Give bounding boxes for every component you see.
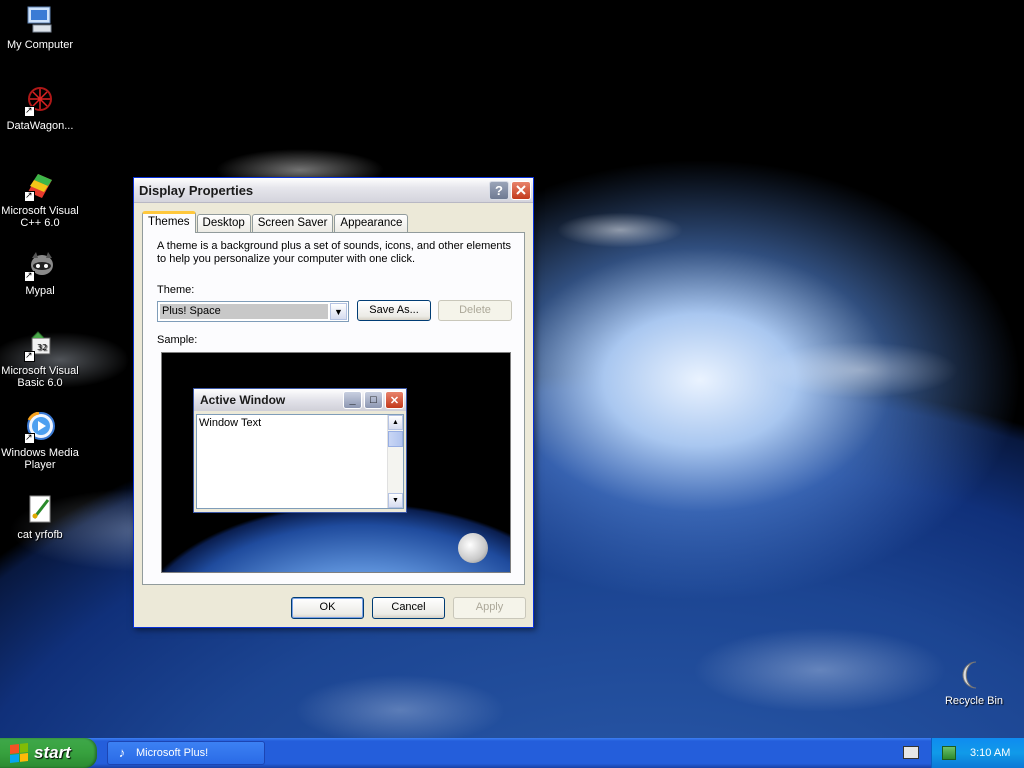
desktop-icon-label: Recycle Bin xyxy=(944,695,1004,707)
desktop-icon-cat-yrfofb[interactable]: cat yrfofb xyxy=(0,494,80,541)
theme-select-value: Plus! Space xyxy=(160,304,328,319)
windows-logo-icon xyxy=(10,743,28,763)
desktop-icon-datawagon[interactable]: DataWagon... xyxy=(0,85,80,132)
theme-label: Theme: xyxy=(157,284,195,296)
desktop-icon-visual-cpp[interactable]: Microsoft Visual C++ 6.0 xyxy=(0,170,80,229)
help-button[interactable]: ? xyxy=(489,180,509,200)
sample-label: Sample: xyxy=(157,334,198,346)
visual-cpp-icon xyxy=(24,170,56,202)
desktop-icon-label: cat yrfofb xyxy=(17,529,63,541)
tab-strip: Themes Desktop Screen Saver Appearance xyxy=(142,211,409,233)
theme-sample-preview: Active Window _ □ ✕ Window Text ▲ ▼ xyxy=(161,352,511,573)
desktop-icon-label: DataWagon... xyxy=(6,120,74,132)
sample-scrollbar: ▲ ▼ xyxy=(387,415,403,508)
tab-themes[interactable]: Themes xyxy=(142,211,196,233)
desktop-icon-label: Microsoft Visual Basic 6.0 xyxy=(1,365,79,389)
desktop-icon-label: Microsoft Visual C++ 6.0 xyxy=(1,205,79,229)
close-icon xyxy=(516,185,526,195)
theme-select[interactable]: Plus! Space ▼ xyxy=(157,301,349,322)
desktop-icon-label: Windows Media Player xyxy=(1,447,79,471)
shortcut-arrow-icon xyxy=(24,349,35,362)
svg-text:32: 32 xyxy=(37,343,47,352)
maximize-icon: □ xyxy=(364,391,383,409)
desktop-icon-visual-basic[interactable]: 32 Microsoft Visual Basic 6.0 xyxy=(0,330,80,389)
scroll-thumb xyxy=(388,431,403,447)
shortcut-arrow-icon xyxy=(24,269,35,282)
media-player-icon xyxy=(24,411,56,444)
sample-active-window: Active Window _ □ ✕ Window Text ▲ ▼ xyxy=(193,388,407,513)
desktop-icon-media-player[interactable]: Windows Media Player xyxy=(0,411,80,471)
delete-button[interactable]: Delete xyxy=(438,300,512,321)
dialog-title: Display Properties xyxy=(139,182,254,198)
close-icon: ✕ xyxy=(385,391,404,409)
desktop-icon-label: My Computer xyxy=(6,39,74,51)
sample-window-body: Window Text ▲ ▼ xyxy=(196,414,404,509)
microsoft-plus-icon: ♪ xyxy=(118,745,126,760)
network-icon[interactable] xyxy=(942,746,956,760)
shortcut-arrow-icon xyxy=(24,431,35,444)
desktop-icon-label: Mypal xyxy=(25,285,55,297)
moon-image xyxy=(458,533,488,563)
keyboard-language-icon[interactable] xyxy=(903,746,919,759)
desktop-icon-mypal[interactable]: Mypal xyxy=(0,250,80,297)
start-button[interactable]: start xyxy=(0,738,97,768)
ok-button[interactable]: OK xyxy=(291,597,364,619)
display-properties-dialog: Display Properties ? Themes Desktop Scre… xyxy=(133,177,534,628)
theme-description: A theme is a background plus a set of so… xyxy=(157,240,512,265)
close-button[interactable] xyxy=(511,180,531,200)
tab-screen-saver[interactable]: Screen Saver xyxy=(251,214,334,232)
sample-window-text: Window Text xyxy=(199,417,262,429)
paint-file-icon xyxy=(24,494,56,526)
recycle-bin-icon xyxy=(958,660,990,692)
cancel-button[interactable]: Cancel xyxy=(372,597,445,619)
mypal-icon xyxy=(24,250,56,282)
minimize-icon: _ xyxy=(343,391,362,409)
desktop-icon-my-computer[interactable]: My Computer xyxy=(0,4,80,51)
save-as-button[interactable]: Save As... xyxy=(357,300,431,321)
taskbar-item-label: Microsoft Plus! xyxy=(136,747,209,759)
visual-basic-icon: 32 xyxy=(24,330,56,362)
taskbar: start ♪ Microsoft Plus! 3:10 AM xyxy=(0,738,1024,768)
start-label: start xyxy=(34,743,71,762)
themes-panel: A theme is a background plus a set of so… xyxy=(142,232,525,585)
chevron-down-icon[interactable]: ▼ xyxy=(330,303,347,320)
sample-window-titlebar: Active Window _ □ ✕ xyxy=(194,389,406,411)
taskbar-item-microsoft-plus[interactable]: ♪ Microsoft Plus! xyxy=(107,741,265,765)
computer-icon xyxy=(24,4,56,36)
shortcut-arrow-icon xyxy=(24,104,35,117)
clock[interactable]: 3:10 AM xyxy=(970,747,1010,759)
scroll-up-icon: ▲ xyxy=(388,415,403,430)
dialog-titlebar[interactable]: Display Properties ? xyxy=(134,178,533,203)
datawagon-icon xyxy=(24,85,56,117)
scroll-down-icon: ▼ xyxy=(388,493,403,508)
apply-button[interactable]: Apply xyxy=(453,597,526,619)
system-tray: 3:10 AM xyxy=(931,738,1024,768)
shortcut-arrow-icon xyxy=(24,189,35,202)
sample-window-title: Active Window xyxy=(200,393,286,407)
tab-appearance[interactable]: Appearance xyxy=(334,214,409,232)
desktop-icon-recycle-bin[interactable]: Recycle Bin xyxy=(934,660,1014,707)
tab-desktop[interactable]: Desktop xyxy=(196,214,251,232)
